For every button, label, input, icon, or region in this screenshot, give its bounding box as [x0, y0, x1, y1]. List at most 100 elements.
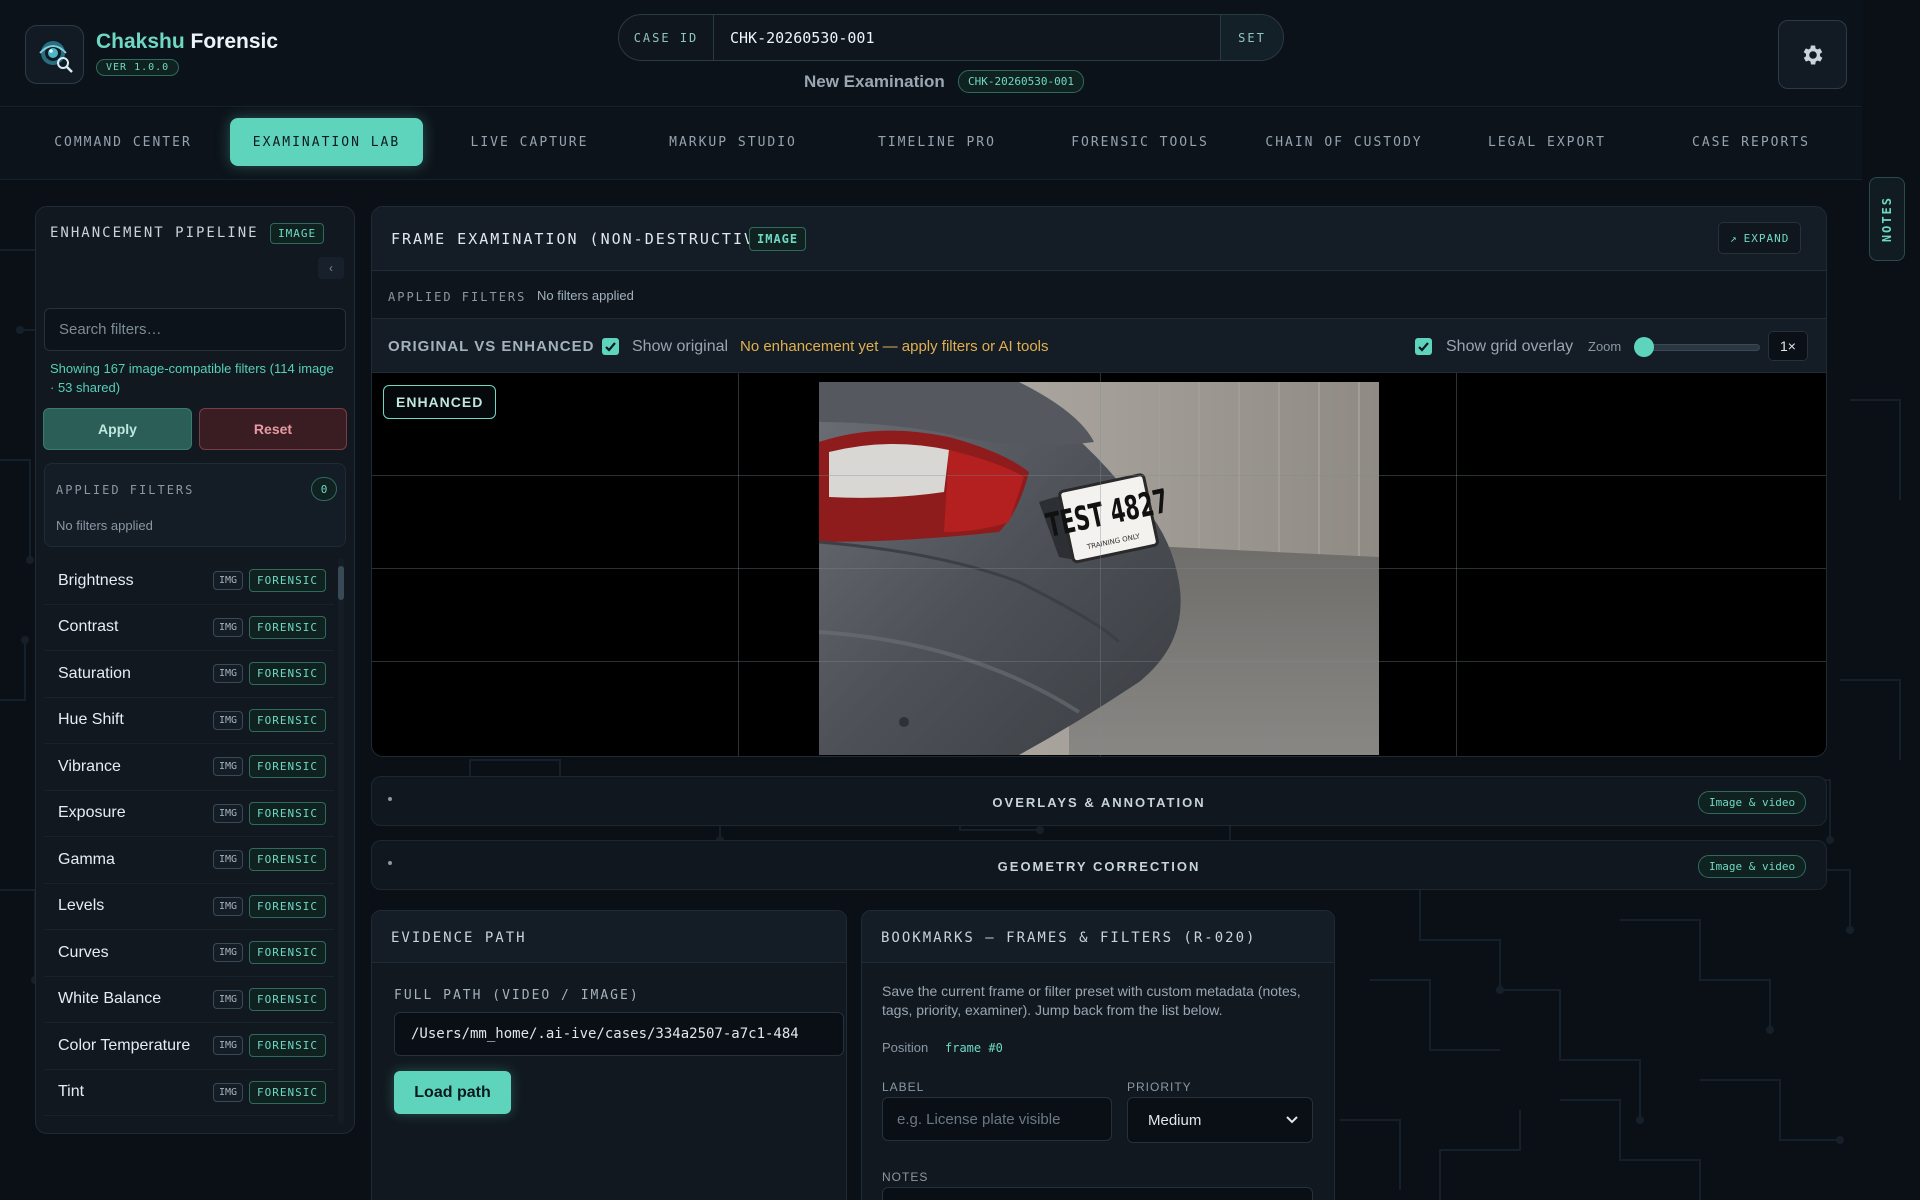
- set-case-button[interactable]: SET: [1220, 15, 1283, 60]
- applied-filters-box: APPLIED FILTERS 0 No filters applied: [44, 463, 346, 547]
- filter-item-brightness[interactable]: Brightness IMG FORENSIC: [44, 558, 334, 605]
- bookmarks-description: Save the current frame or filter preset …: [882, 983, 1301, 1018]
- reset-button[interactable]: Reset: [199, 408, 347, 450]
- priority-select[interactable]: Medium: [1127, 1097, 1313, 1143]
- arrow-up-right-icon: ↗: [1730, 231, 1738, 245]
- bookmarks-card: BOOKMARKS — FRAMES & FILTERS (R-020) Sav…: [861, 910, 1335, 1200]
- grid-line: [372, 661, 1826, 662]
- media-type-badge: IMAGE: [749, 227, 807, 251]
- tab-live-capture[interactable]: LIVE CAPTURE: [436, 118, 623, 166]
- applied-filters-label: APPLIED FILTERS: [388, 290, 527, 304]
- filter-name: Contrast: [58, 618, 119, 636]
- section-title: GEOMETRY CORRECTION: [997, 859, 1201, 874]
- filter-item-color-temperature[interactable]: Color Temperature IMG FORENSIC: [44, 1023, 334, 1070]
- tab-legal-export[interactable]: LEGAL EXPORT: [1452, 118, 1642, 166]
- load-path-button[interactable]: Load path: [394, 1071, 511, 1114]
- position-value: frame #0: [945, 1041, 1003, 1055]
- check-icon: [605, 342, 616, 352]
- tab-case-reports[interactable]: CASE REPORTS: [1656, 118, 1846, 166]
- card-title: EVIDENCE PATH: [391, 930, 527, 946]
- pipeline-title: ENHANCEMENT PIPELINE: [50, 225, 259, 241]
- zoom-slider-handle[interactable]: [1634, 337, 1654, 357]
- version-badge: VER 1.0.0: [96, 59, 180, 76]
- filter-type-badge: IMG: [213, 943, 244, 962]
- tab-command-center[interactable]: COMMAND CENTER: [28, 118, 218, 166]
- filter-name: Vibrance: [58, 757, 121, 775]
- overlays-annotation-section[interactable]: OVERLAYS & ANNOTATION Image & video: [371, 776, 1827, 826]
- case-id-bar: CASE ID CHK-20260530-001 SET: [618, 14, 1284, 61]
- filter-type-badge: IMG: [213, 710, 244, 730]
- filter-tag-badge: FORENSIC: [249, 755, 326, 778]
- tab-examination-lab[interactable]: EXAMINATION LAB: [230, 118, 423, 166]
- filter-item-vibrance[interactable]: Vibrance IMG FORENSIC: [44, 744, 334, 791]
- filter-item-hue-shift[interactable]: Hue Shift IMG FORENSIC: [44, 698, 334, 744]
- filter-item-contrast[interactable]: Contrast IMG FORENSIC: [44, 605, 334, 651]
- filter-list-scrollbar[interactable]: [338, 558, 344, 1124]
- chevron-left-icon: ‹: [329, 261, 333, 275]
- compare-toolbar: ORIGINAL VS ENHANCED Show original No en…: [372, 319, 1826, 373]
- filter-item-gamma[interactable]: Gamma IMG FORENSIC: [44, 837, 334, 884]
- geometry-correction-section[interactable]: GEOMETRY CORRECTION Image & video: [371, 840, 1827, 890]
- position-label: Position: [882, 1040, 929, 1055]
- grid-line: [372, 568, 1826, 569]
- filter-tag-badge: FORENSIC: [249, 941, 326, 964]
- filter-type-badge: IMG: [213, 896, 244, 916]
- card-header: BOOKMARKS — FRAMES & FILTERS (R-020): [862, 911, 1334, 963]
- zoom-value: 1×: [1768, 331, 1808, 361]
- tab-chain-of-custody[interactable]: CHAIN OF CUSTODY: [1246, 118, 1442, 166]
- image-viewer[interactable]: ENHANCED TEST 4827 TRAINING ONLY: [372, 373, 1826, 756]
- filter-name: Levels: [58, 897, 105, 915]
- filter-type-badge: IMG: [213, 989, 244, 1009]
- filter-tag-badge: FORENSIC: [249, 569, 326, 592]
- filter-item-levels[interactable]: Levels IMG FORENSIC: [44, 884, 334, 930]
- filter-tag-badge: FORENSIC: [249, 848, 326, 871]
- collapse-sidebar-button[interactable]: ‹: [318, 257, 344, 279]
- show-grid-checkbox[interactable]: [1415, 338, 1432, 355]
- apply-button[interactable]: Apply: [43, 408, 192, 450]
- chevron-down-icon: [1286, 1116, 1298, 1124]
- section-badge: Image & video: [1698, 855, 1807, 878]
- settings-button[interactable]: [1778, 20, 1847, 89]
- notes-side-tab[interactable]: NOTES: [1869, 177, 1905, 261]
- section-badge: Image & video: [1698, 791, 1807, 814]
- filter-item-tint[interactable]: Tint IMG FORENSIC: [44, 1070, 334, 1116]
- filter-search-input[interactable]: [44, 308, 346, 351]
- examination-title: New Examination: [804, 72, 945, 91]
- enhancement-pipeline-panel: ENHANCEMENT PIPELINE IMAGE ‹ Showing 167…: [35, 206, 355, 1134]
- path-field-label: FULL PATH (VIDEO / IMAGE): [394, 988, 640, 1003]
- filter-item-curves[interactable]: Curves IMG FORENSIC: [44, 930, 334, 977]
- filter-item-white-balance[interactable]: White Balance IMG FORENSIC: [44, 977, 334, 1023]
- compare-label: ORIGINAL VS ENHANCED: [388, 338, 595, 355]
- zoom-label: Zoom: [1588, 339, 1622, 354]
- priority-field-label: PRIORITY: [1127, 1080, 1192, 1094]
- applied-filters-row: APPLIED FILTERS No filters applied: [372, 271, 1826, 319]
- notes-tab-label: NOTES: [1880, 195, 1894, 243]
- filter-name: Brightness: [58, 571, 134, 589]
- evidence-path-input[interactable]: [394, 1012, 844, 1056]
- applied-filters-title: APPLIED FILTERS: [56, 483, 195, 497]
- bookmark-notes-input[interactable]: [882, 1187, 1313, 1200]
- enhanced-badge: ENHANCED: [383, 385, 497, 419]
- filter-name: White Balance: [58, 990, 162, 1008]
- filter-type-badge: IMG: [213, 617, 244, 637]
- bookmark-label-input[interactable]: [882, 1097, 1112, 1141]
- show-original-checkbox[interactable]: [602, 338, 619, 355]
- filter-name: Color Temperature: [58, 1036, 191, 1054]
- filter-type-badge: IMG: [213, 664, 244, 683]
- filter-item-exposure[interactable]: Exposure IMG FORENSIC: [44, 791, 334, 837]
- case-id-badge: CHK-20260530-001: [958, 70, 1084, 93]
- main-nav: COMMAND CENTER EXAMINATION LAB LIVE CAPT…: [0, 108, 1862, 180]
- expand-button[interactable]: ↗ EXPAND: [1718, 222, 1802, 254]
- tab-forensic-tools[interactable]: FORENSIC TOOLS: [1045, 118, 1235, 166]
- tab-timeline-pro[interactable]: TIMELINE PRO: [842, 118, 1032, 166]
- filter-item-saturation[interactable]: Saturation IMG FORENSIC: [44, 651, 334, 698]
- panel-header: FRAME EXAMINATION (NON-DESTRUCTIVE) IMAG…: [372, 207, 1826, 271]
- show-grid-label[interactable]: Show grid overlay: [1446, 338, 1573, 356]
- zoom-slider[interactable]: [1640, 344, 1760, 351]
- card-title: BOOKMARKS — FRAMES & FILTERS (R-020): [881, 930, 1257, 946]
- case-id-input[interactable]: CHK-20260530-001: [714, 15, 1220, 60]
- scrollbar-thumb[interactable]: [338, 566, 344, 600]
- label-field-label: LABEL: [882, 1080, 925, 1094]
- tab-markup-studio[interactable]: MARKUP STUDIO: [638, 118, 828, 166]
- show-original-label[interactable]: Show original: [632, 338, 728, 356]
